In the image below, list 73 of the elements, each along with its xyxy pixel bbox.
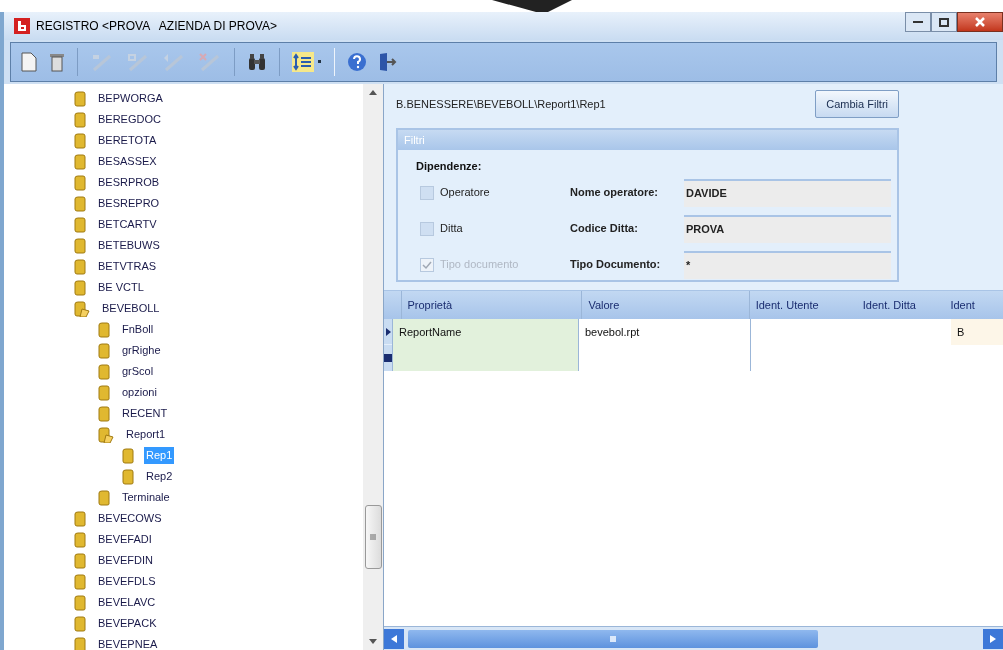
tree-item[interactable]: grRighe xyxy=(120,342,163,359)
table-cell: bevebol.rpt xyxy=(579,319,751,345)
tree-item[interactable]: BEVEBOLL xyxy=(100,300,162,317)
tree-item[interactable]: grScol xyxy=(120,363,156,380)
field-label: Codice Ditta: xyxy=(570,221,639,237)
vertical-scrollbar[interactable] xyxy=(363,84,383,650)
tree-item[interactable]: BESASSEX xyxy=(96,153,159,170)
tree-item[interactable]: BEPWORGA xyxy=(96,90,165,107)
path-label: B.BENESSERE\BEVEBOLL\Report1\Rep1 xyxy=(396,96,606,112)
input-field[interactable]: DAVIDE xyxy=(684,178,891,207)
column-header[interactable]: Ident. Utente xyxy=(749,291,857,319)
change-filters-button[interactable]: Cambia Filtri xyxy=(815,90,899,118)
tree-item[interactable]: Rep2 xyxy=(144,468,175,485)
tree-item[interactable]: BESREPRO xyxy=(96,195,162,212)
maximize-icon xyxy=(939,17,949,27)
tree-item[interactable]: BETCARTV xyxy=(96,216,159,233)
exit-door-icon[interactable] xyxy=(379,52,397,72)
tree-item[interactable]: opzioni xyxy=(120,384,159,401)
checkbox-label: Ditta xyxy=(440,221,463,237)
help-icon[interactable] xyxy=(347,52,367,72)
close-icon xyxy=(975,17,985,27)
tree-item[interactable]: BEVEFADI xyxy=(96,531,154,548)
scroll-thumb[interactable] xyxy=(408,629,818,648)
close-button[interactable] xyxy=(957,12,1003,32)
field-label: Nome operatore: xyxy=(570,185,660,201)
tree-item[interactable]: Terminale xyxy=(120,489,172,506)
tree-item[interactable]: BEVEFDIN xyxy=(96,552,155,569)
column-header[interactable]: Ident xyxy=(944,291,1003,319)
field-label: Tipo Documento: xyxy=(570,257,662,273)
table-cell: B xyxy=(951,319,1003,345)
minimize-icon xyxy=(913,20,923,24)
dependencies-label: Dipendenze: xyxy=(416,159,483,174)
scroll-thumb[interactable] xyxy=(364,505,382,569)
new-row-icon xyxy=(384,354,392,362)
window-title: REGISTRO <PROVA AZIENDA DI PROVA> xyxy=(36,18,277,35)
new-document-icon[interactable] xyxy=(21,52,37,72)
input-field[interactable]: * xyxy=(684,250,891,279)
tree-item[interactable]: BEVEPNEA xyxy=(96,636,160,650)
tree-item[interactable]: BEVELAVC xyxy=(96,594,158,611)
input-field[interactable]: PROVA xyxy=(684,214,891,243)
right-arrow-icon xyxy=(990,634,996,643)
scroll-up-icon[interactable] xyxy=(369,90,377,95)
scroll-right-button[interactable] xyxy=(983,628,1003,649)
tree-item[interactable]: BEREGDOC xyxy=(96,111,163,128)
tree-item[interactable]: BESRPROB xyxy=(96,174,162,191)
tree-item[interactable]: Report1 xyxy=(124,426,168,443)
tree-item[interactable]: BEVEFDLS xyxy=(96,573,158,590)
maximize-button[interactable] xyxy=(931,12,957,32)
checkbox[interactable] xyxy=(420,221,434,236)
tree-item[interactable]: BETEBUWS xyxy=(96,237,162,254)
column-header[interactable]: Ident. Ditta xyxy=(856,291,945,319)
app-logo-icon xyxy=(14,18,30,34)
scroll-left-button[interactable] xyxy=(384,628,404,649)
tree-item[interactable]: BEVEPACK xyxy=(96,615,159,632)
column-header[interactable]: Valore xyxy=(582,291,750,319)
tree-item[interactable]: FnBoll xyxy=(120,321,156,338)
table-cell: ReportName xyxy=(393,319,579,345)
tree-item[interactable]: BERETOTA xyxy=(96,132,159,149)
tree-item[interactable]: RECENT xyxy=(120,405,170,422)
horizontal-scrollbar[interactable] xyxy=(384,626,1003,650)
group-title: Filtri xyxy=(398,130,897,150)
left-arrow-icon xyxy=(391,634,397,643)
binoculars-icon[interactable] xyxy=(247,52,267,72)
checkbox[interactable] xyxy=(420,185,434,200)
checkbox-label: Operatore xyxy=(440,185,490,201)
tree-item[interactable]: BE VCTL xyxy=(96,279,146,296)
list-view-icon[interactable] xyxy=(292,52,314,72)
tree-item[interactable]: BETVTRAS xyxy=(96,258,159,275)
minimize-button[interactable] xyxy=(905,12,931,32)
trash-icon[interactable] xyxy=(49,52,65,72)
dropdown-icon[interactable] xyxy=(318,60,322,64)
scroll-down-icon[interactable] xyxy=(369,639,377,644)
tree-item[interactable]: BEVECOWS xyxy=(96,510,164,527)
